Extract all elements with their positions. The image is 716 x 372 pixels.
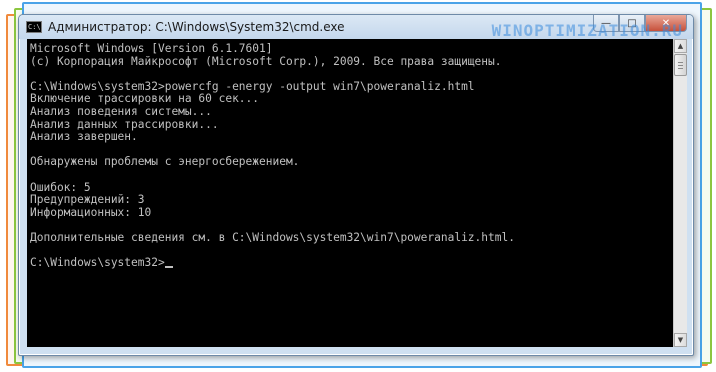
console-line: Обнаружены проблемы с энергосбережением. — [30, 155, 300, 169]
console-line: Дополнительные сведения см. в C:\Windows… — [30, 230, 515, 244]
console-line: C:\Windows\system32> — [27, 256, 673, 270]
console-output[interactable]: Microsoft Windows [Version 6.1.7601] (c) … — [27, 39, 673, 347]
console-line: Предупреждений: 3 — [30, 193, 145, 207]
console-line: Анализ поведения системы... — [30, 104, 212, 118]
console-line: Microsoft Windows [Version 6.1.7601] — [30, 42, 273, 55]
screenshot-stage: C:\ Администратор: C:\Windows\System32\c… — [0, 0, 716, 372]
vertical-scrollbar[interactable]: ▲ ▼ — [673, 39, 687, 347]
scroll-up-arrow-icon[interactable]: ▲ — [674, 39, 687, 53]
console-line: (c) Корпорация Майкрософт (Microsoft Cor… — [30, 54, 502, 68]
scroll-grip — [678, 62, 683, 63]
scroll-grip — [678, 65, 683, 66]
window-title: Администратор: C:\Windows\System32\cmd.e… — [48, 20, 345, 34]
scroll-grip — [678, 68, 683, 69]
site-watermark: WINOPTIMIZATION.RU — [491, 21, 683, 40]
cursor-caret — [164, 266, 173, 269]
scroll-down-arrow-icon[interactable]: ▼ — [674, 333, 687, 347]
console-line: Информационных: 10 — [30, 205, 152, 219]
cmd-window: C:\ Администратор: C:\Windows\System32\c… — [18, 14, 694, 356]
scroll-thumb[interactable] — [674, 54, 687, 76]
console-line: Анализ завершен. — [30, 130, 138, 144]
console-icon[interactable]: C:\ — [26, 21, 42, 33]
